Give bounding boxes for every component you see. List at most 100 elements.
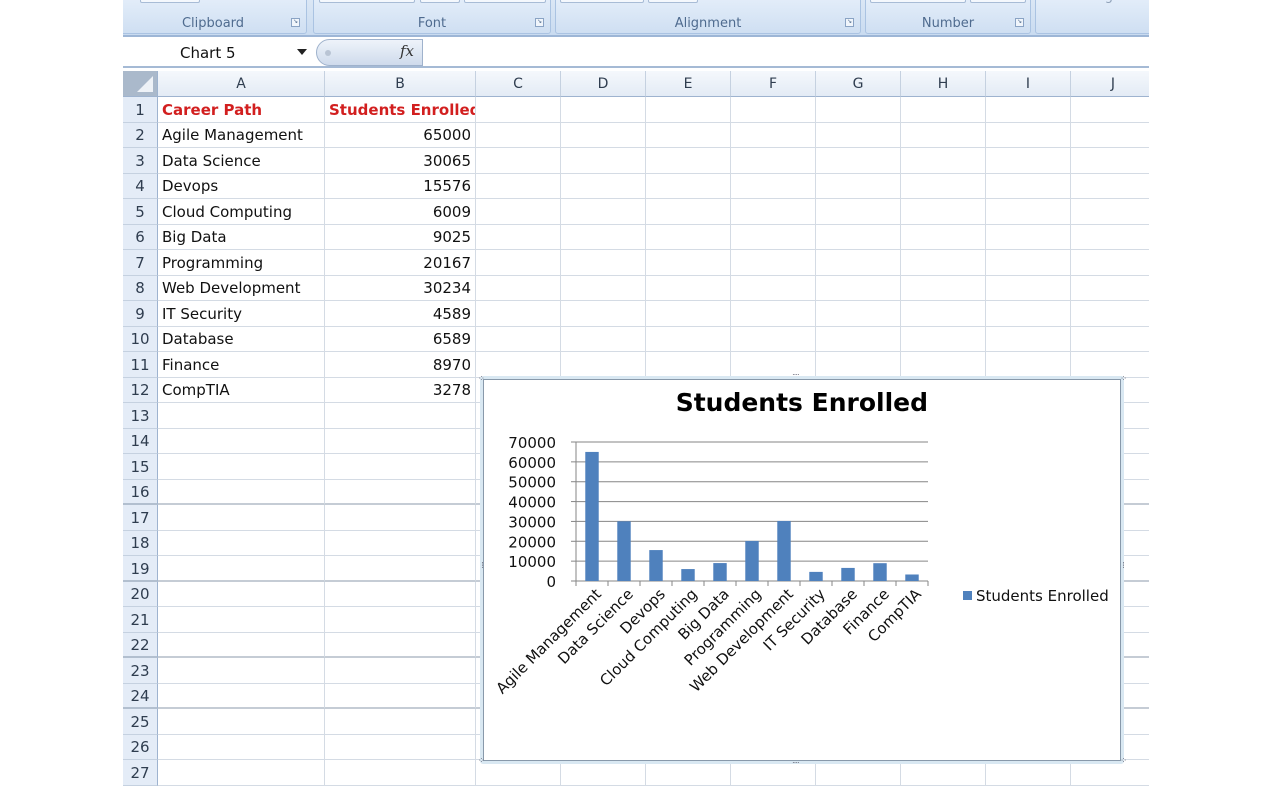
cell-E11[interactable] xyxy=(646,352,731,378)
row-header-8[interactable]: 8 xyxy=(123,276,158,301)
cell-B22[interactable] xyxy=(325,633,476,658)
cell-B6[interactable]: 9025 xyxy=(325,225,476,250)
cell-I5[interactable] xyxy=(986,199,1071,225)
row-header-9[interactable]: 9 xyxy=(123,301,158,327)
cell-I10[interactable] xyxy=(986,327,1071,352)
cell-B4[interactable]: 15576 xyxy=(325,174,476,199)
cell-B15[interactable] xyxy=(325,454,476,480)
row-header-14[interactable]: 14 xyxy=(123,429,158,454)
number-dialog-launcher-icon[interactable]: ↘ xyxy=(1015,18,1024,27)
cell-A8[interactable]: Web Development xyxy=(158,276,325,301)
cell-A20[interactable] xyxy=(158,582,325,607)
cell-H1[interactable] xyxy=(901,97,986,123)
cell-D2[interactable] xyxy=(561,123,646,148)
cell-G10[interactable] xyxy=(816,327,901,352)
cell-B8[interactable]: 30234 xyxy=(325,276,476,301)
font-buttons[interactable] xyxy=(464,0,546,3)
cell-C6[interactable] xyxy=(476,225,561,250)
cell-D7[interactable] xyxy=(561,250,646,276)
cell-C5[interactable] xyxy=(476,199,561,225)
cell-C4[interactable] xyxy=(476,174,561,199)
cell-G5[interactable] xyxy=(816,199,901,225)
column-header-i[interactable]: I xyxy=(986,71,1071,97)
cell-H5[interactable] xyxy=(901,199,986,225)
clipboard-control[interactable] xyxy=(140,0,200,3)
insert-function-button[interactable]: fx xyxy=(316,39,423,66)
resize-handle-bottom[interactable]: ···· xyxy=(792,759,800,767)
row-header-10[interactable]: 10 xyxy=(123,327,158,352)
cell-G6[interactable] xyxy=(816,225,901,250)
format-as-table-button[interactable]: Ta xyxy=(1132,0,1146,4)
column-header-d[interactable]: D xyxy=(561,71,646,97)
cell-E9[interactable] xyxy=(646,301,731,327)
row-header-12[interactable]: 12 xyxy=(123,378,158,403)
column-header-a[interactable]: A xyxy=(158,71,325,97)
cell-C3[interactable] xyxy=(476,148,561,174)
cell-I8[interactable] xyxy=(986,276,1071,301)
cell-C9[interactable] xyxy=(476,301,561,327)
clipboard-dialog-launcher-icon[interactable]: ↘ xyxy=(291,18,300,27)
cell-E8[interactable] xyxy=(646,276,731,301)
cell-B16[interactable] xyxy=(325,480,476,505)
number-format-box[interactable] xyxy=(870,0,966,3)
cell-D4[interactable] xyxy=(561,174,646,199)
cell-E3[interactable] xyxy=(646,148,731,174)
cell-G2[interactable] xyxy=(816,123,901,148)
column-header-c[interactable]: C xyxy=(476,71,561,97)
cell-H9[interactable] xyxy=(901,301,986,327)
cell-A11[interactable]: Finance xyxy=(158,352,325,378)
cell-G8[interactable] xyxy=(816,276,901,301)
row-header-26[interactable]: 26 xyxy=(123,735,158,760)
embedded-chart[interactable]: Students Enrolled 0 10000 20000 30000 40000 50… xyxy=(478,371,1128,767)
row-header-13[interactable]: 13 xyxy=(123,403,158,429)
cell-H10[interactable] xyxy=(901,327,986,352)
cell-B10[interactable]: 6589 xyxy=(325,327,476,352)
cell-A6[interactable]: Big Data xyxy=(158,225,325,250)
cell-B7[interactable]: 20167 xyxy=(325,250,476,276)
row-header-2[interactable]: 2 xyxy=(123,123,158,148)
cell-B11[interactable]: 8970 xyxy=(325,352,476,378)
cell-A12[interactable]: CompTIA xyxy=(158,378,325,403)
cell-D3[interactable] xyxy=(561,148,646,174)
cell-A3[interactable]: Data Science xyxy=(158,148,325,174)
resize-handle-top-left[interactable]: ⁘ xyxy=(478,375,485,383)
row-header-5[interactable]: 5 xyxy=(123,199,158,225)
cell-J11[interactable] xyxy=(1071,352,1149,378)
column-header-b[interactable]: B xyxy=(325,71,476,97)
cell-A22[interactable] xyxy=(158,633,325,658)
name-box[interactable]: Chart 5 xyxy=(123,39,315,65)
cell-I9[interactable] xyxy=(986,301,1071,327)
row-header-27[interactable]: 27 xyxy=(123,760,158,786)
cell-B2[interactable]: 65000 xyxy=(325,123,476,148)
cell-A10[interactable]: Database xyxy=(158,327,325,352)
cell-J1[interactable] xyxy=(1071,97,1149,123)
cell-A16[interactable] xyxy=(158,480,325,505)
row-header-23[interactable]: 23 xyxy=(123,658,158,684)
cell-I4[interactable] xyxy=(986,174,1071,199)
cell-G9[interactable] xyxy=(816,301,901,327)
column-header-f[interactable]: F xyxy=(731,71,816,97)
row-header-11[interactable]: 11 xyxy=(123,352,158,378)
cell-J9[interactable] xyxy=(1071,301,1149,327)
resize-handle-top[interactable]: ···· xyxy=(792,371,800,379)
cell-B12[interactable]: 3278 xyxy=(325,378,476,403)
cell-G3[interactable] xyxy=(816,148,901,174)
cell-D10[interactable] xyxy=(561,327,646,352)
cell-F3[interactable] xyxy=(731,148,816,174)
cell-C8[interactable] xyxy=(476,276,561,301)
conditional-formatting-button[interactable]: Formatting ˇ xyxy=(1042,0,1124,4)
cell-C11[interactable] xyxy=(476,352,561,378)
column-header-h[interactable]: H xyxy=(901,71,986,97)
cell-F6[interactable] xyxy=(731,225,816,250)
cell-B27[interactable] xyxy=(325,760,476,786)
cell-D5[interactable] xyxy=(561,199,646,225)
cell-C7[interactable] xyxy=(476,250,561,276)
chart-area[interactable]: Students Enrolled 0 10000 20000 30000 40000 50… xyxy=(483,379,1121,761)
cell-J8[interactable] xyxy=(1071,276,1149,301)
chevron-down-icon[interactable] xyxy=(297,49,307,55)
cell-A17[interactable] xyxy=(158,505,325,531)
cell-F2[interactable] xyxy=(731,123,816,148)
cell-G1[interactable] xyxy=(816,97,901,123)
cell-A1[interactable]: Career Path xyxy=(158,97,325,123)
cell-H6[interactable] xyxy=(901,225,986,250)
